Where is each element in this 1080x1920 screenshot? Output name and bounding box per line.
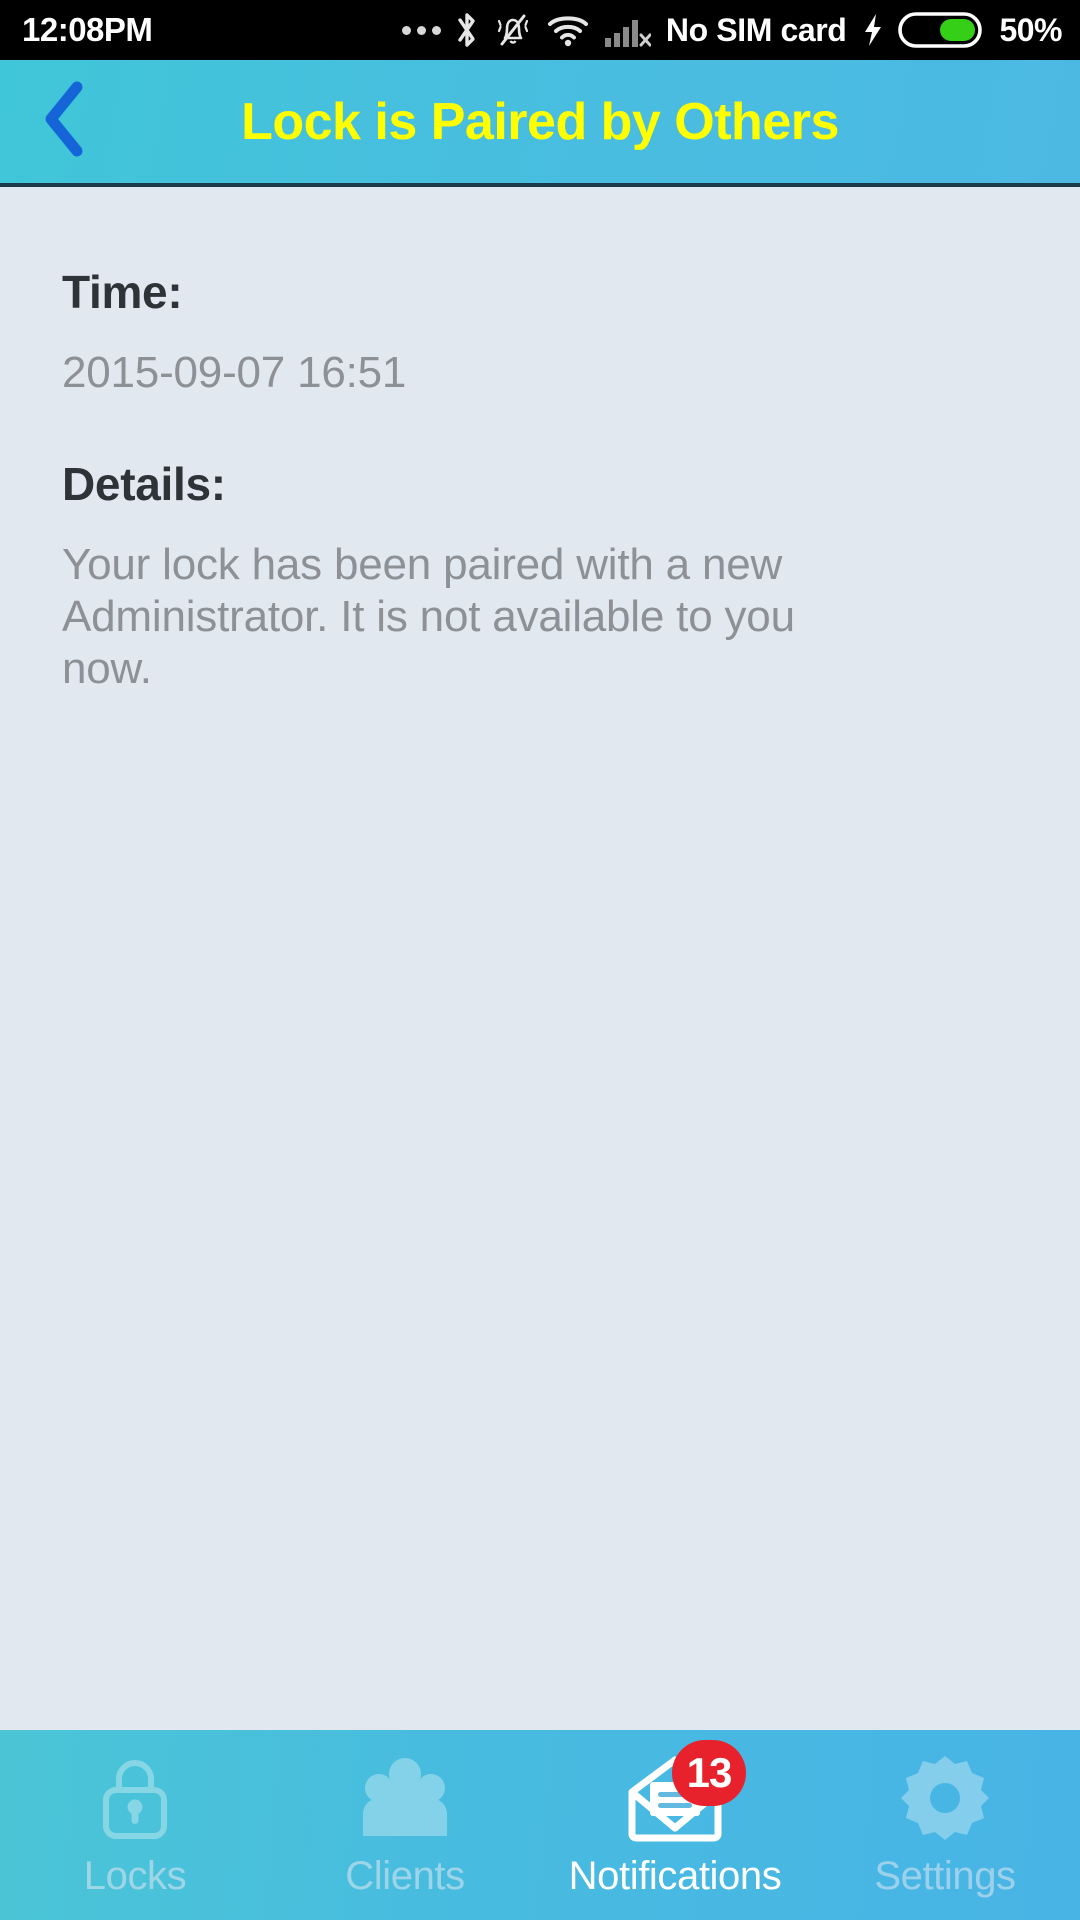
sim-status-text: No SIM card <box>665 11 847 48</box>
wifi-icon <box>546 13 590 47</box>
tab-notifications-label: Notifications <box>568 1854 782 1898</box>
time-value: 2015-09-07 16:51 <box>62 348 407 397</box>
notification-detail-content: Time: 2015-09-07 16:51 Details: Your loc… <box>0 187 1080 1730</box>
more-dots-icon <box>401 25 441 35</box>
tab-clients-label: Clients <box>345 1854 465 1898</box>
tab-settings-icon-wrap <box>899 1754 991 1846</box>
vibrate-muted-bell-icon <box>493 11 533 49</box>
tab-locks-label: Locks <box>83 1854 187 1898</box>
chevron-left-icon <box>37 79 93 164</box>
battery-icon <box>898 10 983 50</box>
bluetooth-icon <box>454 11 480 49</box>
tab-clients[interactable]: Clients <box>270 1730 540 1920</box>
details-label: Details: <box>62 457 226 510</box>
details-value: Your lock has been paired with a new Adm… <box>62 539 795 693</box>
status-bar-icons: No SIM card 50% <box>401 10 1062 50</box>
signal-bars-no-service-icon <box>603 12 651 48</box>
people-group-icon <box>355 1752 455 1849</box>
tab-locks-icon-wrap <box>94 1754 176 1846</box>
page-title: Lock is Paired by Others <box>241 92 839 151</box>
sim-status-label: No SIM card <box>664 12 849 49</box>
gear-icon <box>899 1752 991 1849</box>
tab-clients-icon-wrap <box>355 1754 455 1846</box>
tab-settings-label: Settings <box>874 1854 1016 1898</box>
charging-bolt-icon <box>861 12 885 48</box>
app-header: Lock is Paired by Others <box>0 60 1080 187</box>
notifications-badge: 13 <box>672 1740 746 1806</box>
status-bar-clock: 12:08PM <box>22 11 153 48</box>
app-screen: 12:08PM No SIM card 50% Lock is Paired b… <box>0 0 1080 1920</box>
tab-notifications[interactable]: 13 Notifications <box>540 1730 810 1920</box>
padlock-icon <box>94 1752 176 1849</box>
back-button[interactable] <box>0 60 120 183</box>
battery-percentage-label: 50% <box>999 11 1062 48</box>
tab-locks[interactable]: Locks <box>0 1730 270 1920</box>
bottom-tab-bar: Locks Clients 13 Notifications Settings <box>0 1730 1080 1920</box>
status-bar: 12:08PM No SIM card 50% <box>0 0 1080 60</box>
time-label: Time: <box>62 266 183 318</box>
tab-notifications-icon-wrap: 13 <box>620 1740 746 1846</box>
tab-settings[interactable]: Settings <box>810 1730 1080 1920</box>
